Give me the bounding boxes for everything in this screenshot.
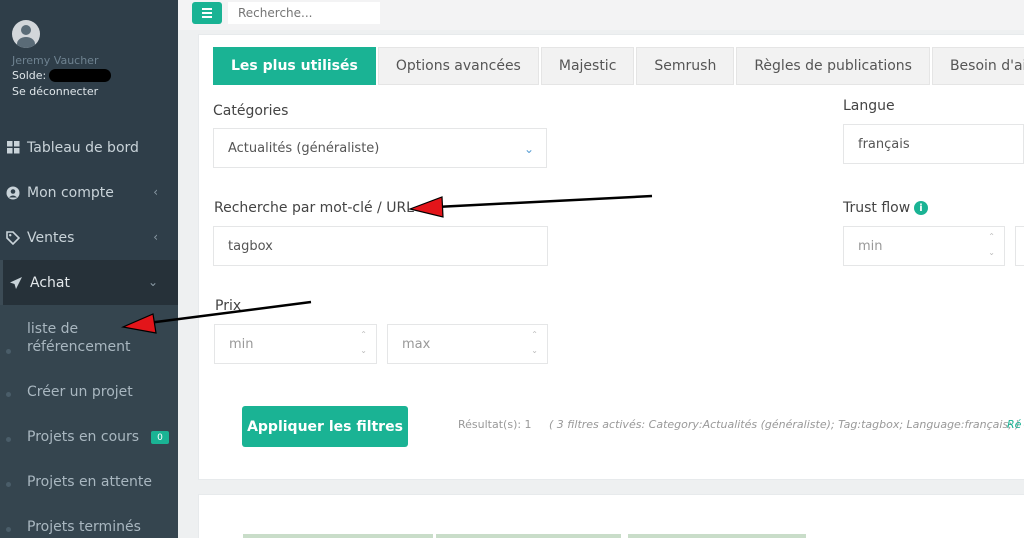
sidebar: Jeremy Vaucher Solde: Se déconnecter Tab… [0, 0, 178, 538]
price-max-placeholder: max [402, 336, 431, 352]
language-value: français [858, 136, 910, 152]
logout-link[interactable]: Se déconnecter [12, 85, 111, 98]
chevron-down-icon: ⌄ [147, 275, 158, 289]
user-icon [6, 186, 20, 200]
price-label: Prix [215, 298, 242, 314]
results-panel [198, 494, 1024, 538]
tab-help[interactable]: Besoin d'aide? [931, 47, 1024, 85]
filter-tabs: Les plus utilisés Options avancées Majes… [213, 47, 1024, 85]
bullet-icon [6, 482, 11, 487]
balance-redacted [49, 69, 112, 82]
user-panel: Jeremy Vaucher Solde: Se déconnecter [12, 20, 112, 98]
reset-filters-link[interactable]: Ré [1007, 418, 1021, 431]
bullet-icon [6, 527, 11, 532]
tag-icon [6, 230, 20, 245]
sidebar-subitem-label: Projets en cours [27, 429, 140, 445]
categories-value: Actualités (généraliste) [228, 140, 380, 156]
language-select[interactable]: français [843, 124, 1024, 164]
sidebar-item-label: Ventes [27, 229, 75, 246]
chevron-left-icon: ‹ [153, 230, 158, 244]
sidebar-submenu: liste de référencement Créer un projet P… [0, 305, 178, 538]
bullet-icon [6, 392, 11, 397]
sidebar-subitem-create-project[interactable]: Créer un projet [0, 382, 178, 402]
sidebar-item-dashboard[interactable]: Tableau de bord [0, 125, 178, 170]
trust-flow-min-input[interactable]: min ⌃ ⌄ [843, 226, 1005, 266]
trust-flow-label: Trust flow [843, 200, 911, 216]
sidebar-subitem-projects-done[interactable]: Projets terminés [0, 517, 178, 537]
sidebar-item-label: Tableau de bord [27, 139, 139, 156]
menu-toggle-button[interactable] [192, 2, 222, 24]
categories-label: Catégories [213, 103, 289, 119]
price-max-input[interactable]: max ⌃ ⌄ [387, 324, 548, 364]
sidebar-item-sales[interactable]: Ventes ‹ [0, 215, 178, 260]
tab-advanced-options[interactable]: Options avancées [377, 47, 539, 85]
number-spinner-icon[interactable]: ⌃ ⌄ [531, 330, 538, 356]
result-tab[interactable] [628, 534, 806, 538]
keyword-label: Recherche par mot-clé / URL [214, 200, 414, 216]
number-spinner-icon[interactable]: ⌃ ⌄ [988, 232, 995, 258]
sidebar-item-purchase[interactable]: Achat ⌄ [0, 260, 178, 305]
result-tab[interactable] [436, 534, 621, 538]
keyword-value: tagbox [228, 238, 273, 254]
sidebar-subitem-label: Projets terminés [27, 519, 141, 535]
price-min-input[interactable]: min ⌃ ⌄ [214, 324, 377, 364]
balance-label: Solde: [12, 69, 47, 82]
categories-select[interactable]: Actualités (généraliste) ⌄ [213, 128, 547, 168]
results-count: Résultat(s): 1 [458, 418, 532, 431]
tab-most-used[interactable]: Les plus utilisés [213, 47, 376, 85]
bullet-icon [6, 349, 11, 354]
tab-majestic[interactable]: Majestic [540, 47, 635, 85]
tab-semrush[interactable]: Semrush [636, 47, 735, 85]
sidebar-subitem-label: Projets en attente [27, 474, 153, 490]
search-input[interactable] [228, 2, 380, 24]
user-balance: Solde: [12, 69, 112, 82]
count-badge: 0 [151, 431, 169, 444]
keyword-input[interactable]: tagbox [213, 226, 548, 266]
sidebar-subitem-label: liste de référencement [27, 321, 131, 355]
sidebar-subitem-listing[interactable]: liste de référencement [0, 319, 178, 357]
trust-flow-min-placeholder: min [858, 238, 883, 254]
tab-publication-rules[interactable]: Règles de publications [736, 47, 930, 85]
apply-filters-button[interactable]: Appliquer les filtres [242, 406, 408, 447]
price-min-placeholder: min [229, 336, 254, 352]
sidebar-item-label: Mon compte [27, 184, 114, 201]
paper-plane-icon [9, 276, 23, 290]
sidebar-subitem-projects-in-progress[interactable]: Projets en cours 0 [0, 427, 178, 447]
active-filters-summary: ( 3 filtres activés: Category:Actualités… [549, 418, 1024, 431]
sidebar-item-account[interactable]: Mon compte ‹ [0, 170, 178, 215]
result-tab[interactable] [243, 534, 433, 538]
chevron-down-icon: ⌄ [523, 142, 534, 156]
sidebar-subitem-projects-pending[interactable]: Projets en attente [0, 472, 178, 492]
user-name: Jeremy Vaucher [12, 54, 99, 67]
trust-flow-max-input[interactable] [1015, 226, 1024, 266]
info-icon[interactable]: i [914, 201, 928, 215]
hamburger-icon [202, 8, 212, 10]
sidebar-item-label: Achat [30, 274, 70, 291]
language-label: Langue [843, 98, 895, 114]
chevron-left-icon: ‹ [153, 185, 158, 199]
number-spinner-icon[interactable]: ⌃ ⌄ [360, 330, 367, 356]
grid-icon [6, 141, 20, 155]
bullet-icon [6, 437, 11, 442]
avatar[interactable] [12, 20, 40, 48]
sidebar-subitem-label: Créer un projet [27, 384, 133, 400]
